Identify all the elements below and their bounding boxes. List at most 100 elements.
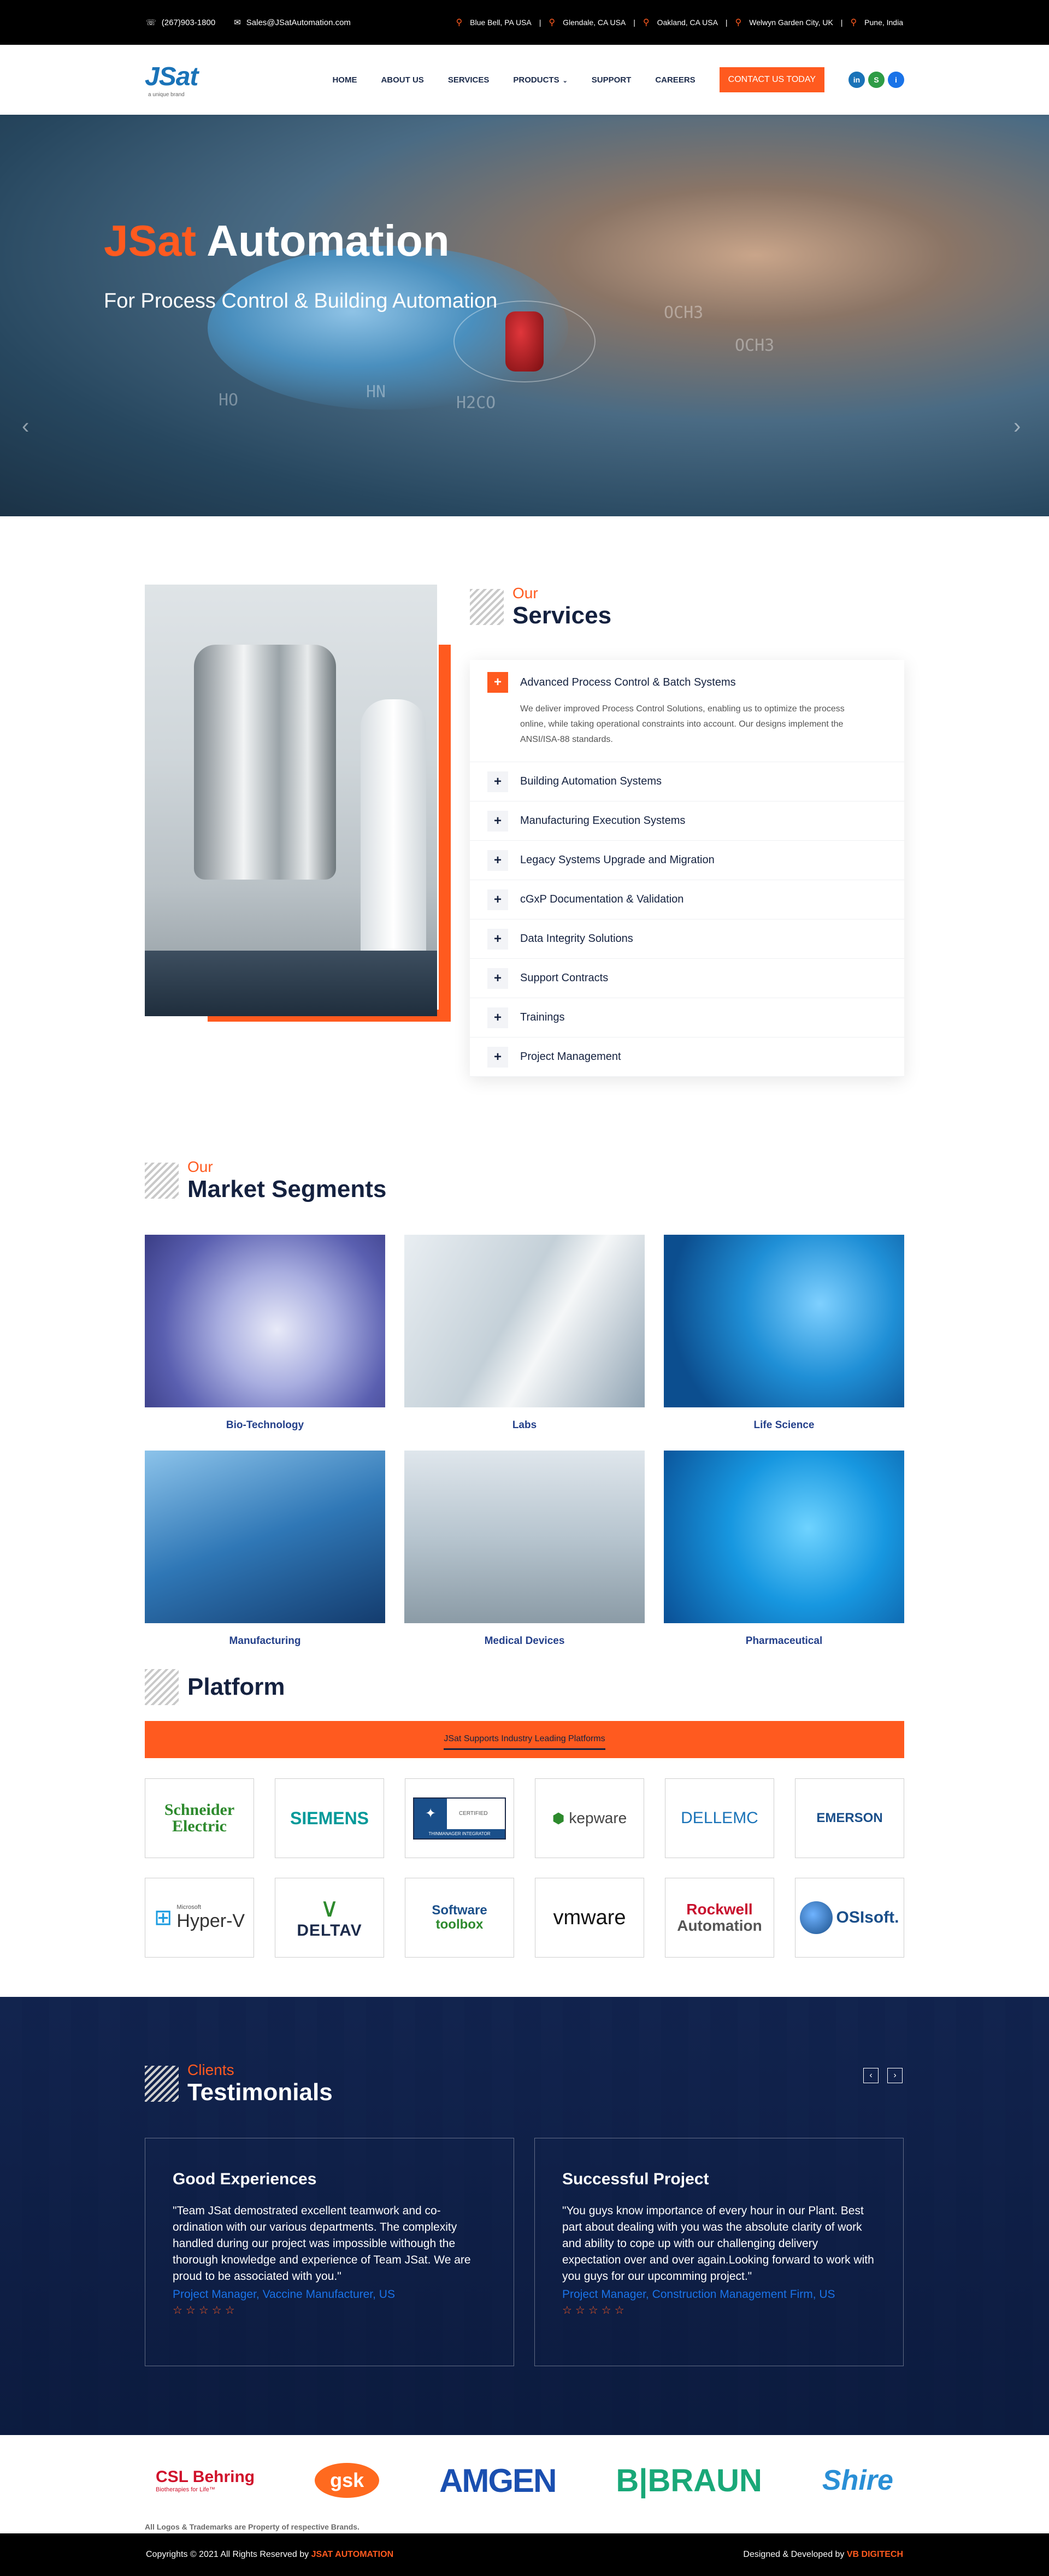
segment-label[interactable]: Pharmaceutical (664, 1635, 904, 1647)
nav-support[interactable]: SUPPORT (592, 75, 632, 85)
accordion-label[interactable]: cGxP Documentation & Validation (520, 893, 683, 906)
accordion-item[interactable]: + Trainings (470, 998, 904, 1038)
nav-careers[interactable]: CAREERS (655, 75, 695, 85)
services-accordion: + Advanced Process Control & Batch Syste… (470, 660, 904, 1077)
stripes-decor (145, 1163, 179, 1199)
plus-icon[interactable]: + (487, 889, 508, 910)
logo-text: DELTAV (297, 1921, 362, 1940)
accordion-label[interactable]: Trainings (520, 1011, 565, 1024)
logo-gsk: gsk (315, 2463, 380, 2498)
logo-hyper-v: ⊞ Microsoft Hyper-V (145, 1878, 254, 1958)
logo-text: Electric (172, 1817, 227, 1835)
segment-label[interactable]: Life Science (664, 1419, 904, 1431)
chem-label: HN (366, 382, 386, 402)
nav-services[interactable]: SERVICES (448, 75, 490, 85)
email-address[interactable]: Sales@JSatAutomation.com (246, 18, 351, 27)
hero-title-accent: JSat (104, 216, 196, 265)
testimonial-author: Project Manager, Construction Management… (562, 2288, 835, 2301)
nav-about-us[interactable]: ABOUT US (381, 75, 423, 85)
accordion-item[interactable]: + Building Automation Systems (470, 762, 904, 801)
logo-mark[interactable]: JSat (145, 62, 198, 92)
segment-card[interactable]: Labs (404, 1235, 645, 1451)
logo-shire: Shire (822, 2465, 893, 2496)
accordion-label[interactable]: Legacy Systems Upgrade and Migration (520, 854, 715, 866)
logo-tagline: a unique brand (148, 92, 185, 98)
logo-text: Microsoft (176, 1903, 202, 1911)
accordion-item[interactable]: + Data Integrity Solutions (470, 919, 904, 959)
accordion-label[interactable]: Project Management (520, 1051, 621, 1063)
segment-image[interactable] (404, 1235, 645, 1407)
plus-icon[interactable]: + (487, 672, 508, 693)
segment-card[interactable]: Manufacturing (145, 1451, 385, 1666)
segment-label[interactable]: Labs (404, 1419, 645, 1431)
social-links: in S i (848, 72, 904, 88)
logo-kepware: ⬢ kepware (535, 1778, 644, 1858)
contact-us-button[interactable]: CONTACT US TODAY (719, 67, 824, 92)
logo-text: THINMANAGER INTEGRATOR (414, 1829, 505, 1838)
segment-image[interactable] (145, 1451, 385, 1623)
segment-card[interactable]: Life Science (664, 1235, 904, 1451)
credits: Designed & Developed by VB DIGITECH (743, 2550, 903, 2560)
skype-icon[interactable]: S (868, 72, 885, 88)
segment-label[interactable]: Bio-Technology (145, 1419, 385, 1431)
nav-home[interactable]: HOME (332, 75, 357, 85)
plus-icon[interactable]: + (487, 928, 508, 950)
segment-card[interactable]: Bio-Technology (145, 1235, 385, 1451)
testimonial-card: Successful Project "You guys know import… (534, 2138, 904, 2366)
phone-number[interactable]: (267)903-1800 (162, 18, 215, 27)
accordion-item[interactable]: + Legacy Systems Upgrade and Migration (470, 841, 904, 880)
site-logo[interactable]: JSat a unique brand (145, 62, 198, 98)
plus-icon[interactable]: + (487, 1007, 508, 1028)
accordion-label[interactable]: Building Automation Systems (520, 775, 662, 788)
locations-list: ⚲ Blue Bell, PA USA | ⚲ Glendale, CA USA | ⚲… (456, 18, 903, 27)
segment-image[interactable] (664, 1451, 904, 1623)
accordion-label[interactable]: Manufacturing Execution Systems (520, 815, 685, 827)
accordion-label[interactable]: Support Contracts (520, 972, 608, 985)
chevron-right-icon[interactable]: › (1013, 414, 1021, 439)
phone-contact[interactable]: ☏ (267)903-1800 (146, 17, 215, 28)
segment-label[interactable]: Manufacturing (145, 1635, 385, 1647)
segment-card[interactable]: Medical Devices (404, 1451, 645, 1666)
accordion-item[interactable]: + Support Contracts (470, 959, 904, 998)
plus-icon[interactable]: + (487, 968, 508, 989)
tank-shape (194, 645, 336, 880)
segment-card[interactable]: Pharmaceutical (664, 1451, 904, 1666)
company-link[interactable]: JSAT AUTOMATION (311, 2550, 394, 2559)
logo-text: kepware (569, 1809, 627, 1826)
stripes-decor (145, 2066, 179, 2102)
section-heading: Clients Testimonials (145, 2061, 333, 2106)
chevron-left-icon[interactable]: ‹ (863, 2068, 879, 2083)
platform-logos: Schneider Electric SIEMENS ✦ CERTIFIED TH… (145, 1778, 904, 1958)
accordion-label[interactable]: Advanced Process Control & Batch Systems (520, 676, 736, 689)
accordion-item[interactable]: + Manufacturing Execution Systems (470, 801, 904, 841)
thinmanager-icon: ✦ (414, 1798, 447, 1829)
location-pin-icon: ⚲ (643, 18, 650, 27)
linkedin-icon[interactable]: in (848, 72, 865, 88)
segment-image[interactable] (145, 1235, 385, 1407)
platform-tab[interactable]: JSat Supports Industry Leading Platforms (444, 1730, 605, 1750)
chevron-right-icon[interactable]: › (887, 2068, 903, 2083)
plus-icon[interactable]: + (487, 1046, 508, 1068)
email-contact[interactable]: ✉ Sales@JSatAutomation.com (234, 17, 351, 28)
plus-icon[interactable]: + (487, 771, 508, 792)
location: Oakland, CA USA (657, 18, 718, 27)
accordion-item-open[interactable]: + Advanced Process Control & Batch Syste… (470, 660, 904, 762)
accordion-item[interactable]: + Project Management (470, 1038, 904, 1077)
designer-link[interactable]: VB DIGITECH (847, 2550, 903, 2559)
section-kicker: Our (187, 1158, 213, 1175)
segment-image[interactable] (664, 1235, 904, 1407)
accordion-item[interactable]: + cGxP Documentation & Validation (470, 880, 904, 919)
info-icon[interactable]: i (888, 72, 904, 88)
hero-subtitle: For Process Control & Building Automatio… (104, 290, 498, 313)
chevron-left-icon[interactable]: ‹ (22, 414, 29, 439)
accordion-label[interactable]: Data Integrity Solutions (520, 933, 633, 945)
location: Pune, India (864, 18, 903, 27)
section-heading: Our Services (470, 585, 611, 629)
nav-products[interactable]: PRODUCTS ⌄ (513, 75, 567, 85)
plus-icon[interactable]: + (487, 810, 508, 832)
windows-icon: ⊞ (154, 1906, 173, 1930)
segment-image[interactable] (404, 1451, 645, 1623)
plus-icon[interactable]: + (487, 850, 508, 871)
segment-label[interactable]: Medical Devices (404, 1635, 645, 1647)
logo-vmware: vmware (535, 1878, 644, 1958)
